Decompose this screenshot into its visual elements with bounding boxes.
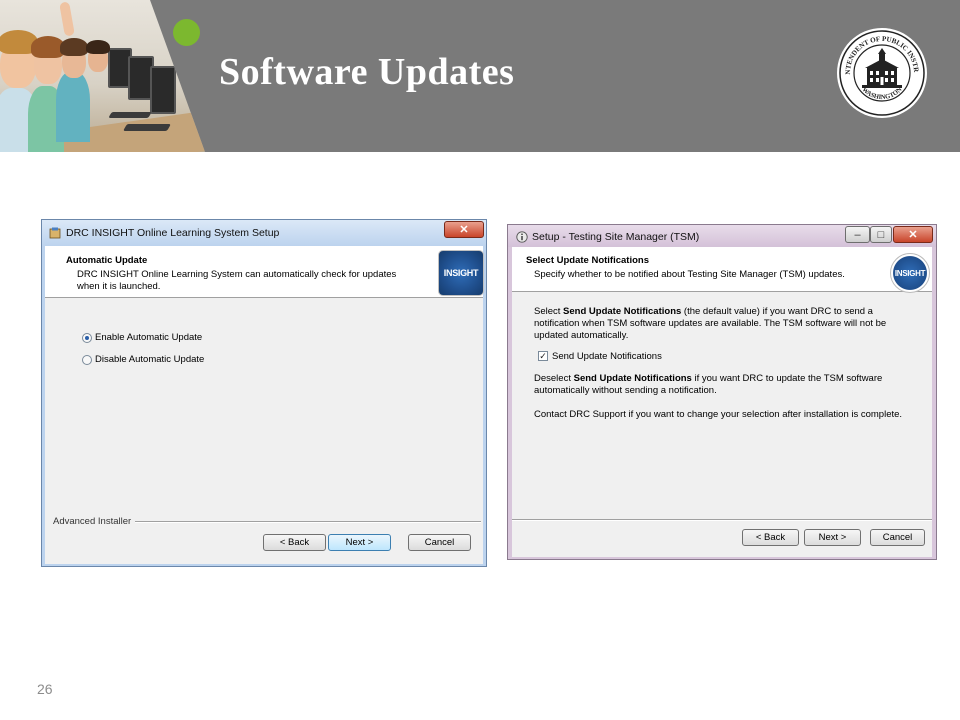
accent-dot [173,19,200,46]
page-title: Software Updates [219,51,515,93]
close-button[interactable]: ✕ [444,221,484,238]
ospi-seal-logo: SUPERINTENDENT OF PUBLIC INSTRUCTION WAS… [836,27,927,118]
back-button[interactable]: < Back [742,529,799,546]
disable-update-label[interactable]: Disable Automatic Update [95,354,204,365]
step-title: Select Update Notifications [526,255,649,266]
back-button[interactable]: < Back [263,534,326,551]
wizard-header: Automatic Update DRC INSIGHT Online Lear… [45,246,484,298]
enable-update-label[interactable]: Enable Automatic Update [95,332,202,343]
deselect-description: Deselect Send Update Notifications if yo… [534,373,883,396]
disable-update-radio[interactable] [82,355,92,365]
page-number: 26 [37,681,53,697]
installer-icon [49,227,61,239]
window-title: Setup - Testing Site Manager (TSM) [532,231,700,243]
step-subtitle-line1: DRC INSIGHT Online Learning System can a… [77,269,397,280]
automatic-update-dialog: DRC INSIGHT Online Learning System Setup… [41,219,487,567]
send-notifications-label[interactable]: Send Update Notifications [552,351,662,362]
step-title: Automatic Update [66,255,148,266]
maximize-button[interactable]: □ [870,226,892,243]
cancel-button[interactable]: Cancel [408,534,471,551]
cancel-button[interactable]: Cancel [870,529,925,546]
send-notifications-checkbox[interactable]: ✓ [538,351,548,361]
dialog-titlebar: DRC INSIGHT Online Learning System Setup… [42,220,486,246]
enable-update-radio[interactable] [82,333,92,343]
dialog-client: Automatic Update DRC INSIGHT Online Lear… [45,246,484,564]
close-button[interactable]: ✕ [893,226,933,243]
step-subtitle: Specify whether to be notified about Tes… [534,269,845,280]
step-subtitle-line2: when it is launched. [77,281,161,292]
wizard-header: Select Update Notifications Specify whet… [512,247,932,293]
next-button[interactable]: Next > [328,534,391,551]
next-button[interactable]: Next > [804,529,861,546]
footer-separator [135,521,481,523]
footer-separator [512,519,932,521]
setup-info-icon [516,231,528,243]
dialog-titlebar: Setup - Testing Site Manager (TSM) – □ ✕ [508,225,936,247]
window-title: DRC INSIGHT Online Learning System Setup [66,227,280,239]
tsm-setup-dialog: Setup - Testing Site Manager (TSM) – □ ✕… [507,224,937,560]
contact-support-note: Contact DRC Support if you want to chang… [534,409,903,420]
insight-logo: INSIGHT [438,250,484,296]
dialog-client: Select Update Notifications Specify whet… [512,247,932,557]
insight-logo: INSIGHT [890,253,930,293]
send-notifications-description: Select Send Update Notifications (the de… [534,306,887,341]
installer-brand: Advanced Installer [53,516,132,527]
minimize-button[interactable]: – [845,226,870,243]
